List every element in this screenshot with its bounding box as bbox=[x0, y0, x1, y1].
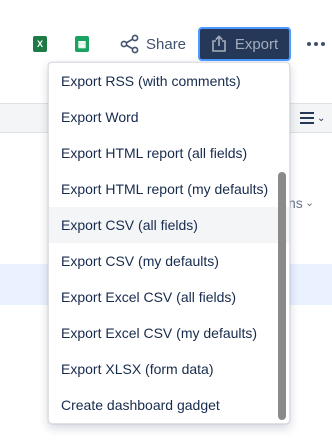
excel-icon[interactable]: X bbox=[33, 36, 47, 52]
menu-item-export-csv-defaults[interactable]: Export CSV (my defaults) bbox=[49, 243, 289, 279]
export-menu-list: Export RSS (with comments) Export Word E… bbox=[49, 63, 289, 423]
more-horizontal-icon bbox=[307, 42, 311, 46]
export-label: Export bbox=[234, 35, 279, 53]
columns-button-label-fragment[interactable]: ns bbox=[288, 195, 303, 211]
export-dropdown-menu: Export RSS (with comments) Export Word E… bbox=[48, 62, 290, 424]
menu-item-label: Export Excel CSV (all fields) bbox=[61, 289, 237, 305]
share-button[interactable]: Share bbox=[116, 30, 188, 58]
menu-item-label: Export Excel CSV (my defaults) bbox=[61, 325, 258, 341]
menu-item-export-rss-comments[interactable]: Export RSS (with comments) bbox=[49, 63, 289, 99]
page: ⌄ ns ⌄ X ▦ Share Export Export RSS (with… bbox=[0, 0, 332, 448]
google-sheets-icon[interactable]: ▦ bbox=[75, 36, 89, 52]
menu-item-export-html-all[interactable]: Export HTML report (all fields) bbox=[49, 135, 289, 171]
menu-item-label: Export XLSX (form data) bbox=[61, 361, 214, 377]
share-label: Share bbox=[146, 35, 187, 53]
export-button[interactable]: Export bbox=[198, 27, 291, 61]
menu-item-export-excel-csv-all[interactable]: Export Excel CSV (all fields) bbox=[49, 279, 289, 315]
menu-item-export-csv-all[interactable]: Export CSV (all fields) bbox=[49, 207, 289, 243]
share-icon bbox=[120, 34, 139, 54]
list-icon bbox=[300, 112, 314, 124]
menu-item-export-word[interactable]: Export Word bbox=[49, 99, 289, 135]
menu-item-label: Export Word bbox=[61, 109, 139, 125]
menu-item-export-xlsx[interactable]: Export XLSX (form data) bbox=[49, 351, 289, 387]
menu-item-label: Export RSS (with comments) bbox=[61, 73, 241, 89]
export-icon bbox=[212, 35, 226, 52]
menu-item-label: Export HTML report (my defaults) bbox=[61, 181, 269, 197]
menu-item-create-dashboard-gadget[interactable]: Create dashboard gadget bbox=[49, 387, 289, 423]
menu-item-export-html-defaults[interactable]: Export HTML report (my defaults) bbox=[49, 171, 289, 207]
menu-item-label: Export HTML report (all fields) bbox=[61, 145, 248, 161]
more-actions-button[interactable] bbox=[303, 32, 329, 56]
menu-item-label: Export CSV (all fields) bbox=[61, 217, 198, 233]
menu-item-label: Export CSV (my defaults) bbox=[61, 253, 219, 269]
menu-item-label: Create dashboard gadget bbox=[61, 397, 220, 413]
issue-toolbar: X ▦ Share Export bbox=[0, 22, 332, 66]
chevron-down-icon: ⌄ bbox=[305, 197, 315, 209]
chevron-down-icon: ⌄ bbox=[317, 112, 326, 124]
menu-scrollbar[interactable] bbox=[278, 172, 286, 420]
menu-item-export-excel-csv-defaults[interactable]: Export Excel CSV (my defaults) bbox=[49, 315, 289, 351]
list-view-toggle[interactable]: ⌄ bbox=[300, 110, 330, 126]
